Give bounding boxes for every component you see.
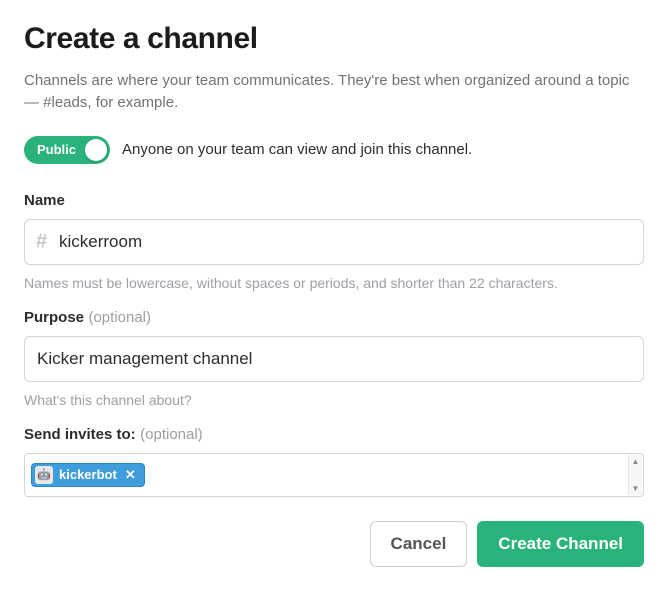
scroll-up-icon: ▲ <box>632 457 640 466</box>
create-channel-button[interactable]: Create Channel <box>477 521 644 567</box>
purpose-optional: (optional) <box>88 309 151 326</box>
bot-avatar-icon: 🤖 <box>35 466 53 484</box>
cancel-button[interactable]: Cancel <box>370 521 468 567</box>
purpose-label: Purpose <box>24 309 84 326</box>
button-row: Cancel Create Channel <box>24 521 644 567</box>
invites-optional: (optional) <box>140 426 203 443</box>
channel-purpose-input[interactable] <box>24 336 644 382</box>
hash-icon: # <box>36 230 47 253</box>
page-title: Create a channel <box>24 22 644 56</box>
remove-chip-icon[interactable]: ✕ <box>123 467 138 483</box>
channel-name-input[interactable] <box>24 219 644 265</box>
privacy-description: Anyone on your team can view and join th… <box>122 141 472 158</box>
privacy-row: Public Anyone on your team can view and … <box>24 136 644 164</box>
purpose-help-text: What's this channel about? <box>24 392 644 408</box>
page-description: Channels are where your team communicate… <box>24 70 644 114</box>
invites-input[interactable]: 🤖 kickerbot ✕ ▲ ▼ <box>24 453 644 497</box>
name-field-group: Name # Names must be lowercase, without … <box>24 192 644 291</box>
privacy-toggle[interactable]: Public <box>24 136 110 164</box>
name-label: Name <box>24 192 65 209</box>
toggle-knob-icon <box>85 139 107 161</box>
scroll-down-icon: ▼ <box>632 484 640 493</box>
scrollbar[interactable]: ▲ ▼ <box>628 455 642 495</box>
privacy-toggle-label: Public <box>37 142 76 157</box>
invites-field-group: Send invites to: (optional) 🤖 kickerbot … <box>24 426 644 497</box>
invite-chip[interactable]: 🤖 kickerbot ✕ <box>31 463 145 487</box>
invites-label: Send invites to: <box>24 426 136 443</box>
purpose-field-group: Purpose (optional) What's this channel a… <box>24 309 644 408</box>
invite-chip-label: kickerbot <box>59 467 117 482</box>
name-help-text: Names must be lowercase, without spaces … <box>24 275 644 291</box>
